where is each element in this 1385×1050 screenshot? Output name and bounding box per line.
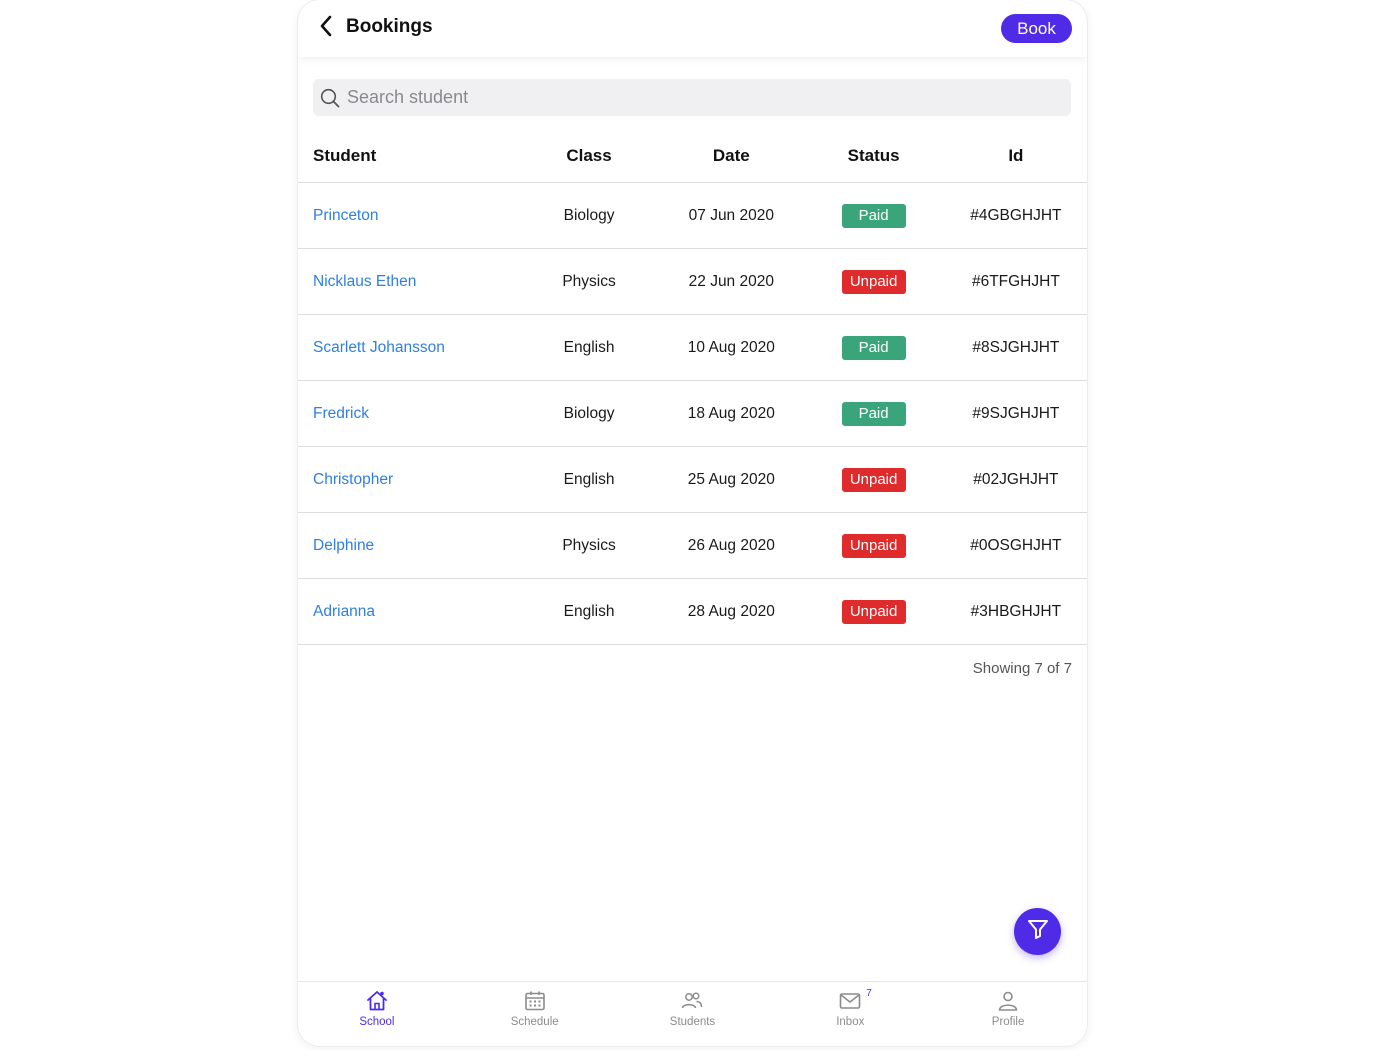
- class-cell: Biology: [563, 404, 615, 422]
- user-icon: [996, 989, 1020, 1013]
- table-row[interactable]: Fredrick Biology 18 Aug 2020 Paid #9SJGH…: [298, 381, 1087, 447]
- table-row[interactable]: Delphine Physics 26 Aug 2020 Unpaid #0OS…: [298, 513, 1087, 579]
- table-header: Student Class Date Status Id: [298, 130, 1087, 183]
- tab-label: Schedule: [510, 1016, 559, 1028]
- table-row[interactable]: Princeton Biology 07 Jun 2020 Paid #4GBG…: [298, 183, 1087, 249]
- status-badge: Unpaid: [841, 269, 906, 294]
- tab-label: Students: [669, 1016, 716, 1028]
- id-cell: #3HBGHJHT: [970, 602, 1062, 620]
- student-link[interactable]: Nicklaus Ethen: [313, 273, 416, 290]
- tab-school[interactable]: School: [298, 982, 456, 1046]
- date-cell: 22 Jun 2020: [688, 272, 774, 290]
- column-header-student[interactable]: Student: [298, 146, 508, 166]
- student-link[interactable]: Princeton: [313, 207, 378, 224]
- column-header-class[interactable]: Class: [518, 146, 660, 166]
- status-badge: Unpaid: [841, 533, 906, 558]
- column-header-id[interactable]: Id: [945, 146, 1087, 166]
- class-cell: English: [563, 602, 615, 620]
- date-cell: 18 Aug 2020: [687, 404, 775, 422]
- class-cell: Biology: [563, 206, 615, 224]
- table-row[interactable]: Scarlett Johansson English 10 Aug 2020 P…: [298, 315, 1087, 381]
- top-bar: Bookings Book: [298, 0, 1087, 57]
- class-cell: English: [563, 338, 615, 356]
- tab-label: Inbox: [836, 1016, 865, 1028]
- users-icon: [680, 989, 704, 1013]
- home-icon: [365, 989, 389, 1013]
- status-badge: Paid: [841, 203, 906, 228]
- date-cell: 28 Aug 2020: [687, 602, 775, 620]
- id-cell: #6TFGHJHT: [971, 272, 1060, 290]
- status-badge: Paid: [841, 401, 906, 426]
- status-badge: Paid: [841, 335, 906, 360]
- tab-label: Profile: [991, 1016, 1025, 1028]
- search-bar[interactable]: [313, 79, 1071, 116]
- id-cell: #4GBGHJHT: [970, 206, 1062, 224]
- filter-button[interactable]: [1014, 908, 1061, 955]
- student-link[interactable]: Christopher: [313, 471, 393, 488]
- inbox-count-badge: 7: [866, 988, 872, 999]
- tab-label: School: [359, 1016, 395, 1028]
- column-header-date[interactable]: Date: [660, 146, 802, 166]
- class-cell: English: [563, 470, 615, 488]
- student-link[interactable]: Delphine: [313, 537, 374, 554]
- filter-icon: [1027, 918, 1049, 945]
- app-screen: Bookings Book Student Class Date Status …: [298, 0, 1087, 1046]
- chevron-left-icon: [319, 15, 333, 42]
- tab-inbox[interactable]: 7 Inbox: [771, 982, 929, 1046]
- pagination-summary: Showing 7 of 7: [972, 660, 1072, 677]
- id-cell: #8SJGHJHT: [972, 338, 1060, 356]
- back-button[interactable]: [312, 14, 340, 42]
- mail-icon: [838, 989, 862, 1013]
- date-cell: 25 Aug 2020: [687, 470, 775, 488]
- calendar-icon: [523, 989, 547, 1013]
- table-row[interactable]: Adrianna English 28 Aug 2020 Unpaid #3HB…: [298, 579, 1087, 645]
- tab-students[interactable]: Students: [614, 982, 772, 1046]
- search-input[interactable]: [345, 86, 1049, 109]
- page-title: Bookings: [346, 16, 433, 37]
- id-cell: #02JGHJHT: [973, 470, 1059, 488]
- student-link[interactable]: Scarlett Johansson: [313, 339, 445, 356]
- table-row[interactable]: Christopher English 25 Aug 2020 Unpaid #…: [298, 447, 1087, 513]
- status-badge: Unpaid: [841, 467, 906, 492]
- status-badge: Unpaid: [841, 599, 906, 624]
- book-button[interactable]: Book: [1001, 14, 1072, 43]
- table-row[interactable]: Nicklaus Ethen Physics 22 Jun 2020 Unpai…: [298, 249, 1087, 315]
- search-icon: [319, 87, 341, 109]
- date-cell: 26 Aug 2020: [687, 536, 775, 554]
- tab-schedule[interactable]: Schedule: [456, 982, 614, 1046]
- class-cell: Physics: [562, 536, 616, 554]
- date-cell: 10 Aug 2020: [687, 338, 775, 356]
- student-link[interactable]: Adrianna: [313, 603, 375, 620]
- id-cell: #9SJGHJHT: [972, 404, 1060, 422]
- student-link[interactable]: Fredrick: [313, 405, 369, 422]
- class-cell: Physics: [562, 272, 616, 290]
- id-cell: #0OSGHJHT: [970, 536, 1062, 554]
- column-header-status[interactable]: Status: [802, 146, 944, 166]
- tab-profile[interactable]: Profile: [929, 982, 1087, 1046]
- date-cell: 07 Jun 2020: [688, 206, 774, 224]
- bookings-table: Student Class Date Status Id Princeton B…: [298, 130, 1087, 645]
- bottom-tab-bar: School Schedule Students 7 Inbox Profile: [298, 981, 1087, 1046]
